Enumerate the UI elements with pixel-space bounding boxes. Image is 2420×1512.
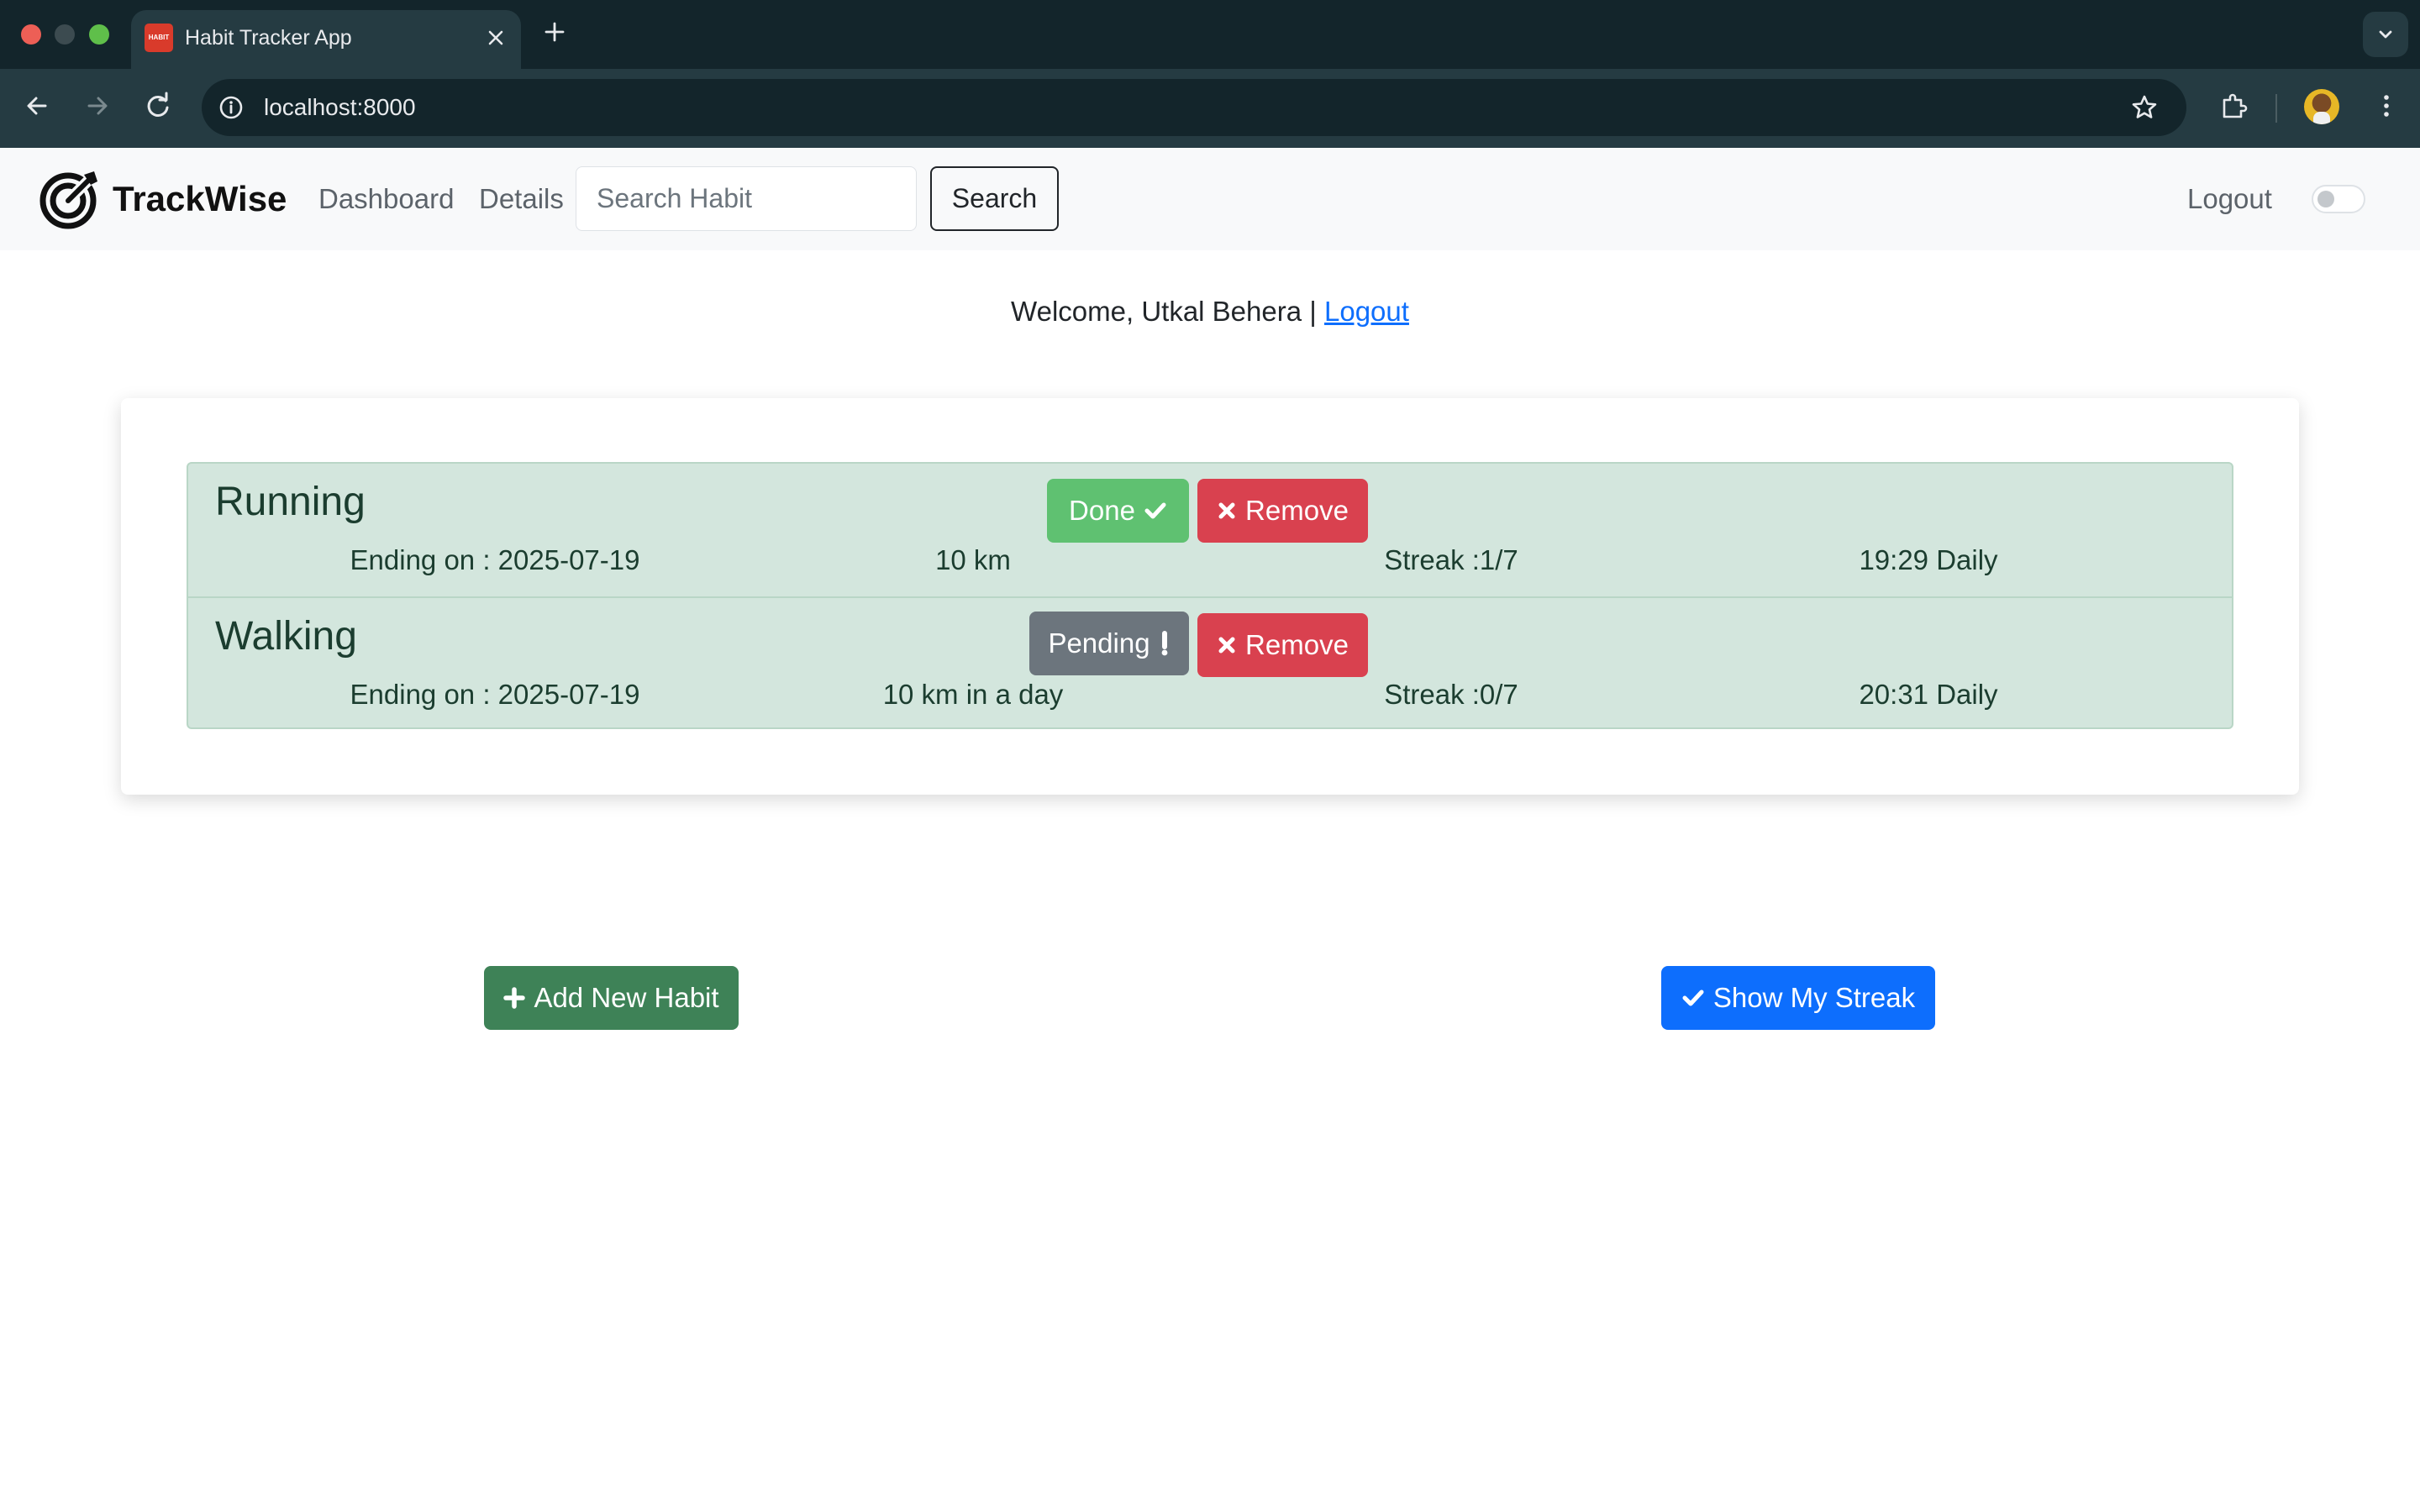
new-tab-icon[interactable] xyxy=(541,18,568,45)
extensions-icon[interactable] xyxy=(2217,89,2250,123)
habit-ending-date: Ending on : 2025-07-19 xyxy=(350,679,640,710)
habit-item-walking: Walking Ending on : 2025-07-19 10 km in … xyxy=(188,596,2232,727)
nav-link-dashboard[interactable]: Dashboard xyxy=(318,178,454,220)
remove-button[interactable]: Remove xyxy=(1197,479,1368,543)
pending-button[interactable]: Pending xyxy=(1029,612,1189,675)
target-logo-icon[interactable] xyxy=(39,168,101,230)
bookmark-star-icon[interactable] xyxy=(2129,92,2160,123)
browser-tab[interactable]: HABIT Habit Tracker App xyxy=(131,10,521,69)
welcome-message: Welcome, Utkal Behera | Logout xyxy=(0,291,2420,333)
close-tab-icon[interactable] xyxy=(482,24,509,51)
habit-ending-date: Ending on : 2025-07-19 xyxy=(350,544,640,575)
browser-tabstrip: HABIT Habit Tracker App xyxy=(0,0,2420,69)
address-bar[interactable]: localhost:8000 xyxy=(202,79,2186,136)
toggle-knob xyxy=(2317,191,2334,207)
site-info-icon[interactable] xyxy=(217,93,245,122)
app-navbar: TrackWise Dashboard Details Search Logou… xyxy=(0,148,2420,250)
x-icon xyxy=(1218,502,1235,519)
theme-toggle[interactable] xyxy=(2312,185,2365,213)
favicon-icon: HABIT xyxy=(145,24,173,52)
habit-schedule: 20:31 Daily xyxy=(1859,679,1998,710)
show-streak-label: Show My Streak xyxy=(1712,982,1916,1013)
search-input[interactable] xyxy=(576,166,917,231)
habit-schedule: 19:29 Daily xyxy=(1859,544,1998,575)
welcome-logout-link[interactable]: Logout xyxy=(1324,296,1409,327)
habit-streak: Streak :1/7 xyxy=(1384,544,1518,575)
check-icon xyxy=(1682,990,1704,1006)
habit-item-running: Running Ending on : 2025-07-19 10 km Str… xyxy=(188,464,2232,596)
plus-icon xyxy=(503,987,526,1009)
url-text: localhost:8000 xyxy=(264,94,416,120)
show-streak-button[interactable]: Show My Streak xyxy=(1661,966,1935,1030)
add-new-habit-label: Add New Habit xyxy=(534,982,719,1013)
maximize-window-button[interactable] xyxy=(89,24,109,45)
x-icon xyxy=(1218,637,1235,654)
remove-label: Remove xyxy=(1245,629,1349,660)
remove-button[interactable]: Remove xyxy=(1197,613,1368,677)
search-button[interactable]: Search xyxy=(930,166,1059,231)
back-icon[interactable] xyxy=(20,89,54,123)
welcome-text: Welcome, Utkal Behera | xyxy=(1011,296,1317,327)
forward-icon[interactable] xyxy=(81,89,114,123)
minimize-window-button[interactable] xyxy=(55,24,75,45)
tab-title: Habit Tracker App xyxy=(185,26,352,50)
habit-streak: Streak :0/7 xyxy=(1384,679,1518,710)
habit-list: Running Ending on : 2025-07-19 10 km Str… xyxy=(187,462,2233,729)
toolbar-divider xyxy=(2275,94,2277,123)
nav-link-details[interactable]: Details xyxy=(479,178,564,220)
habit-goal: 10 km xyxy=(935,544,1011,575)
check-icon xyxy=(1144,502,1166,519)
close-window-button[interactable] xyxy=(21,24,41,45)
chevron-down-icon xyxy=(2379,30,2392,39)
remove-label: Remove xyxy=(1245,495,1349,526)
reload-icon[interactable] xyxy=(141,89,175,123)
browser-toolbar: localhost:8000 xyxy=(0,69,2420,148)
exclamation-icon xyxy=(1161,631,1167,656)
tab-search-button[interactable] xyxy=(2363,12,2408,57)
done-button[interactable]: Done xyxy=(1047,479,1189,543)
nav-logout-link[interactable]: Logout xyxy=(2187,178,2272,220)
add-new-habit-button[interactable]: Add New Habit xyxy=(484,966,739,1030)
profile-avatar[interactable] xyxy=(2304,89,2339,124)
habit-name: Walking xyxy=(215,614,357,659)
done-label: Done xyxy=(1069,495,1135,526)
habit-goal: 10 km in a day xyxy=(882,679,1064,710)
pending-label: Pending xyxy=(1048,627,1150,659)
habit-name: Running xyxy=(215,480,366,524)
more-menu-icon[interactable] xyxy=(2370,89,2403,123)
brand-name[interactable]: TrackWise xyxy=(113,176,287,222)
